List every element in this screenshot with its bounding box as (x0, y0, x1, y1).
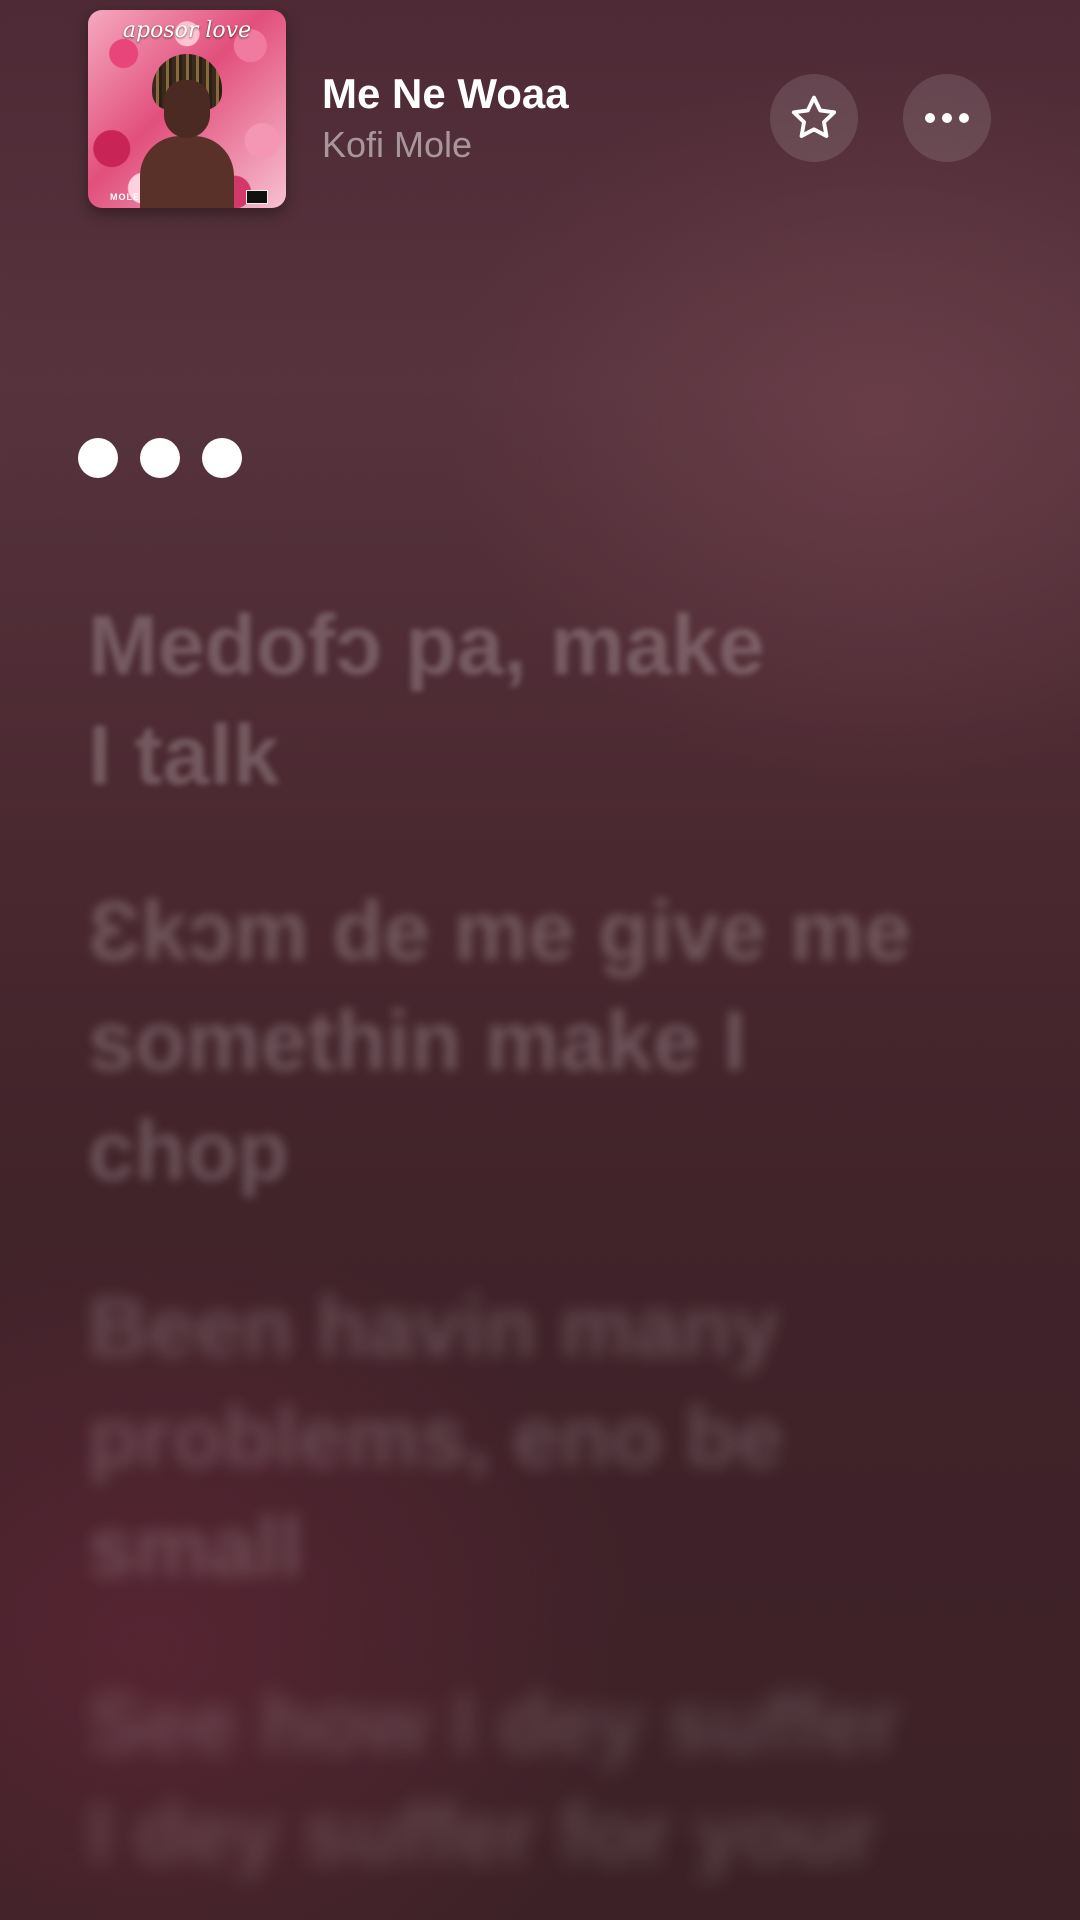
star-outline-icon (791, 95, 837, 138)
album-cover-figure (140, 54, 234, 208)
more-options-button[interactable] (903, 74, 991, 162)
interlude-dot (202, 438, 242, 478)
lyrics-list: Medofɔ pa, make I talk Ɛkɔm de me give m… (88, 590, 988, 1920)
favorite-button[interactable] (770, 74, 858, 162)
song-title[interactable]: Me Ne Woaa (322, 70, 569, 118)
song-artist[interactable]: Kofi Mole (322, 124, 472, 166)
parental-advisory-label (246, 190, 268, 204)
lyric-line[interactable]: Been havin many problems, eno be small (88, 1272, 988, 1602)
album-cover-artist: MOLE (110, 192, 140, 202)
interlude-dot (78, 438, 118, 478)
lyric-line[interactable]: Ɛkɔm de me give me somethin make I chop (88, 876, 988, 1206)
now-playing-header: aposor love MOLE Me Ne Woaa Kofi Mole (0, 0, 1080, 220)
album-art[interactable]: aposor love MOLE (88, 10, 286, 208)
ellipsis-icon (925, 113, 969, 123)
lyric-line[interactable]: See how I dey suffer I dey suffer for yo… (88, 1668, 988, 1888)
interlude-dot (140, 438, 180, 478)
lyric-line[interactable]: Medofɔ pa, make I talk (88, 590, 988, 810)
interlude-indicator (78, 438, 242, 478)
album-cover-text: aposor love (122, 18, 252, 43)
